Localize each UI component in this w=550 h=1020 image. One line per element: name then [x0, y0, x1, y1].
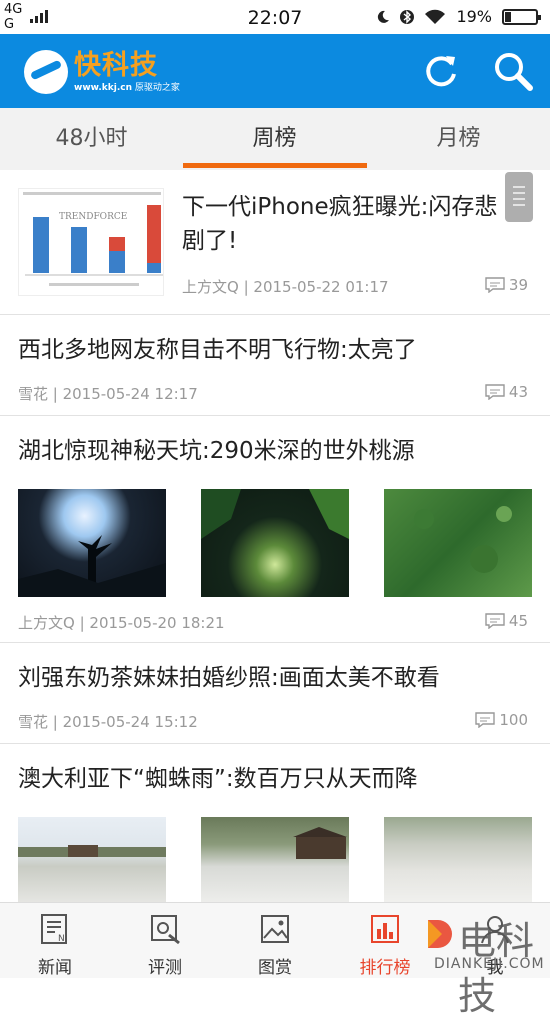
tab-48h[interactable]: 48小时 [0, 108, 183, 170]
article-meta: 雪花 | 2015-05-24 12:17 [18, 385, 198, 403]
news-icon: N [41, 914, 67, 944]
article-title[interactable]: 下一代iPhone疯狂曝光:闪存悲剧了! [182, 190, 512, 258]
article-image [18, 817, 166, 902]
logo-slogan: 原驱动之家 [134, 83, 180, 93]
review-icon [151, 915, 180, 945]
comment-count[interactable]: 39 [485, 276, 528, 294]
article-thumbnail: TRENDFORCE [18, 188, 164, 296]
article-item[interactable]: 西北多地网友称目击不明飞行物:太亮了 雪花 | 2015-05-24 12:17… [0, 315, 550, 416]
article-image [384, 489, 532, 597]
comment-icon [485, 277, 505, 293]
logo-url: www.kkj.cn [74, 83, 133, 93]
comment-count-value: 45 [508, 612, 528, 630]
comment-count-value: 39 [508, 276, 528, 294]
nav-gallery[interactable]: 图赏 [220, 903, 330, 979]
ranking-icon [371, 915, 399, 943]
nav-label: 评测 [148, 958, 182, 978]
watermark: 电科技 DIANKEJI.COM [418, 910, 550, 1018]
nav-label: 图赏 [258, 958, 292, 978]
comment-count-value: 100 [499, 711, 528, 729]
article-meta: 雪花 | 2015-05-24 15:12 [18, 713, 198, 731]
active-tab-indicator [183, 163, 367, 168]
comment-count-value: 43 [508, 383, 528, 401]
article-title[interactable]: 湖北惊现神秘天坑:290米深的世外桃源 [18, 434, 528, 468]
nav-label: 新闻 [38, 958, 72, 978]
ranking-tabs: 48小时 周榜 月榜 [0, 108, 550, 170]
battery-percent: 19% [456, 7, 492, 26]
comment-count[interactable]: 45 [485, 612, 528, 630]
refresh-icon[interactable] [422, 52, 460, 90]
search-icon[interactable] [492, 50, 534, 92]
watermark-domain: DIANKEJI.COM [434, 956, 545, 972]
article-title[interactable]: 刘强东奶茶妹妹拍婚纱照:画面太美不敢看 [18, 661, 528, 695]
logo-name: 快科技 [74, 50, 158, 81]
svg-text:N: N [58, 934, 65, 944]
nav-review[interactable]: 评测 [110, 903, 220, 979]
article-image [384, 817, 532, 902]
article-image [18, 489, 166, 597]
article-title[interactable]: 西北多地网友称目击不明飞行物:太亮了 [18, 333, 528, 367]
article-title[interactable]: 澳大利亚下“蜘蛛雨”:数百万只从天而降 [18, 762, 528, 796]
article-item[interactable]: 湖北惊现神秘天坑:290米深的世外桃源 上方文Q | 2015-05-20 18… [0, 416, 550, 643]
scroll-handle[interactable] [505, 172, 533, 222]
logo-mark-icon [24, 50, 68, 94]
nav-news[interactable]: N 新闻 [0, 903, 110, 979]
comment-count[interactable]: 43 [485, 383, 528, 401]
comment-icon [485, 613, 505, 629]
article-item[interactable]: 澳大利亚下“蜘蛛雨”:数百万只从天而降 [0, 744, 550, 902]
article-list[interactable]: TRENDFORCE 下一代iPhone疯狂曝光:闪存悲剧了! 上方文Q | 2… [0, 170, 550, 902]
bluetooth-icon [400, 9, 415, 24]
comment-count[interactable]: 100 [475, 711, 528, 729]
gallery-icon [261, 915, 289, 943]
article-item[interactable]: 刘强东奶茶妹妹拍婚纱照:画面太美不敢看 雪花 | 2015-05-24 15:1… [0, 643, 550, 744]
status-bar: 4G G 22:07 19% [0, 0, 550, 34]
article-meta: 上方文Q | 2015-05-20 18:21 [18, 614, 225, 632]
tab-monthly[interactable]: 月榜 [367, 108, 550, 170]
article-image [201, 489, 349, 597]
article-meta: 上方文Q | 2015-05-22 01:17 [182, 278, 389, 296]
moon-icon [378, 10, 390, 23]
wifi-icon [425, 9, 446, 24]
app-logo: 快科技 www.kkj.cn 原驱动之家 [24, 50, 180, 94]
app-bar: 快科技 www.kkj.cn 原驱动之家 [0, 34, 550, 108]
comment-icon [475, 712, 496, 728]
watermark-logo-icon [428, 920, 452, 948]
thumb-brand: TRENDFORCE [59, 212, 127, 222]
article-image [201, 817, 349, 902]
article-item[interactable]: TRENDFORCE 下一代iPhone疯狂曝光:闪存悲剧了! 上方文Q | 2… [0, 170, 550, 315]
battery-icon [502, 8, 541, 25]
tab-weekly[interactable]: 周榜 [183, 108, 366, 170]
comment-icon [485, 384, 505, 400]
